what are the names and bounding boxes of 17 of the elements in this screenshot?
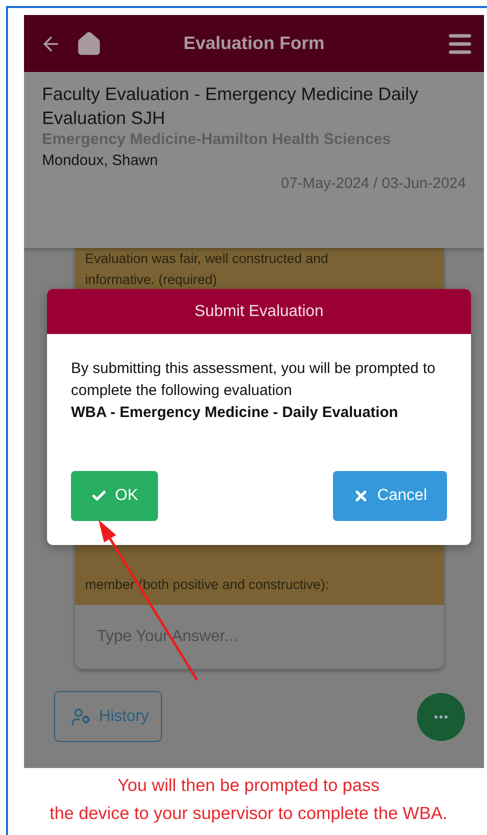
history-button[interactable]: History [54, 691, 162, 742]
cancel-button[interactable]: Cancel [333, 471, 447, 521]
caption-text: the device to your supervisor to complete the WBA. [48, 802, 448, 825]
date-range: 07-May-2024 / 03-Jun-2024 [280, 175, 466, 192]
person-name: Mondoux, Shawn [42, 152, 159, 169]
question-text: Evaluation was fair, well constructed and informative. (required) [84, 250, 330, 289]
dialog-message: By submitting this assessment, you will be prompted to complete the following evaluation [71, 359, 436, 401]
close-icon [353, 488, 370, 504]
person-gear-icon [71, 706, 91, 726]
more-icon [434, 714, 448, 718]
ok-button[interactable]: OK [71, 471, 158, 521]
evaluation-name: WBA - Emergency Medicine - Daily Evaluation [71, 403, 400, 423]
caption-text: You will then be prompted to pass [116, 774, 381, 797]
home-button[interactable] [76, 30, 102, 56]
dialog-title: Submit Evaluation [47, 289, 471, 334]
evaluation-title: Faculty Evaluation - Emergency Medicine Daily Evaluation SJH [42, 83, 420, 130]
screen-title: Evaluation Form [182, 33, 326, 54]
